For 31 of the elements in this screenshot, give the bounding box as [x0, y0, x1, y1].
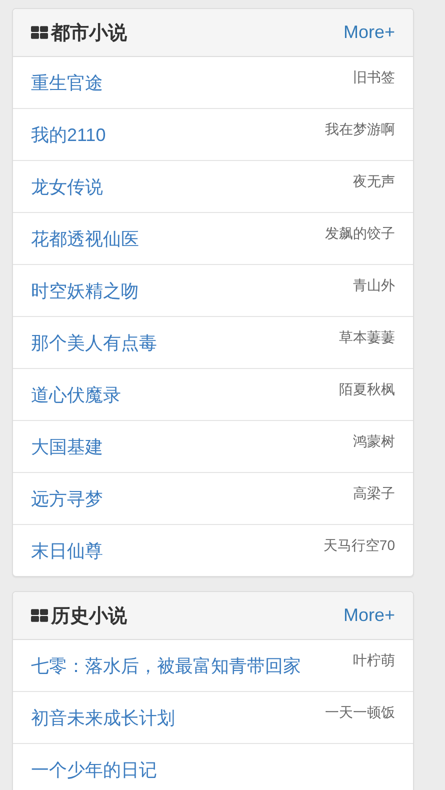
section-title: 都市小说 — [51, 22, 127, 46]
book-link[interactable]: 末日仙尊 — [31, 538, 103, 562]
author-name: 天马行空70 — [323, 537, 395, 555]
book-link[interactable]: 道心伏魔录 — [31, 382, 121, 406]
author-name: 叶柠萌 — [353, 652, 395, 670]
book-link[interactable]: 花都透视仙医 — [31, 226, 139, 250]
book-link[interactable]: 一个少年的日记 — [31, 758, 157, 782]
book-link[interactable]: 重生官途 — [31, 70, 103, 94]
author-name: 旧书签 — [353, 69, 395, 87]
author-name: 青山外 — [353, 277, 395, 295]
book-link[interactable]: 龙女传说 — [31, 174, 103, 198]
grid-icon — [31, 609, 48, 622]
book-link[interactable]: 大国基建 — [31, 434, 103, 458]
more-link[interactable]: More+ — [343, 605, 395, 626]
book-link[interactable]: 初音未来成长计划 — [31, 706, 175, 730]
author-name: 发飙的饺子 — [325, 225, 395, 243]
author-name: 高梁子 — [353, 485, 395, 503]
book-link[interactable]: 时空妖精之吻 — [31, 278, 139, 302]
author-name: 夜无声 — [353, 173, 395, 191]
author-name: 陌夏秋枫 — [339, 381, 395, 399]
book-link[interactable]: 我的2110 — [31, 122, 106, 146]
more-link[interactable]: More+ — [343, 22, 395, 43]
book-link[interactable]: 七零：落水后，被最富知青带回家 — [31, 654, 301, 678]
author-name: 我在梦游啊 — [325, 121, 395, 139]
author-name: 鸿蒙树 — [353, 433, 395, 451]
section-title: 历史小说 — [51, 604, 127, 628]
book-link[interactable]: 远方寻梦 — [31, 486, 103, 510]
grid-icon — [31, 26, 48, 39]
book-link[interactable]: 那个美人有点毒 — [31, 330, 157, 354]
author-name: 一天一顿饭 — [325, 704, 395, 722]
author-name: 草本萋萋 — [339, 329, 395, 347]
